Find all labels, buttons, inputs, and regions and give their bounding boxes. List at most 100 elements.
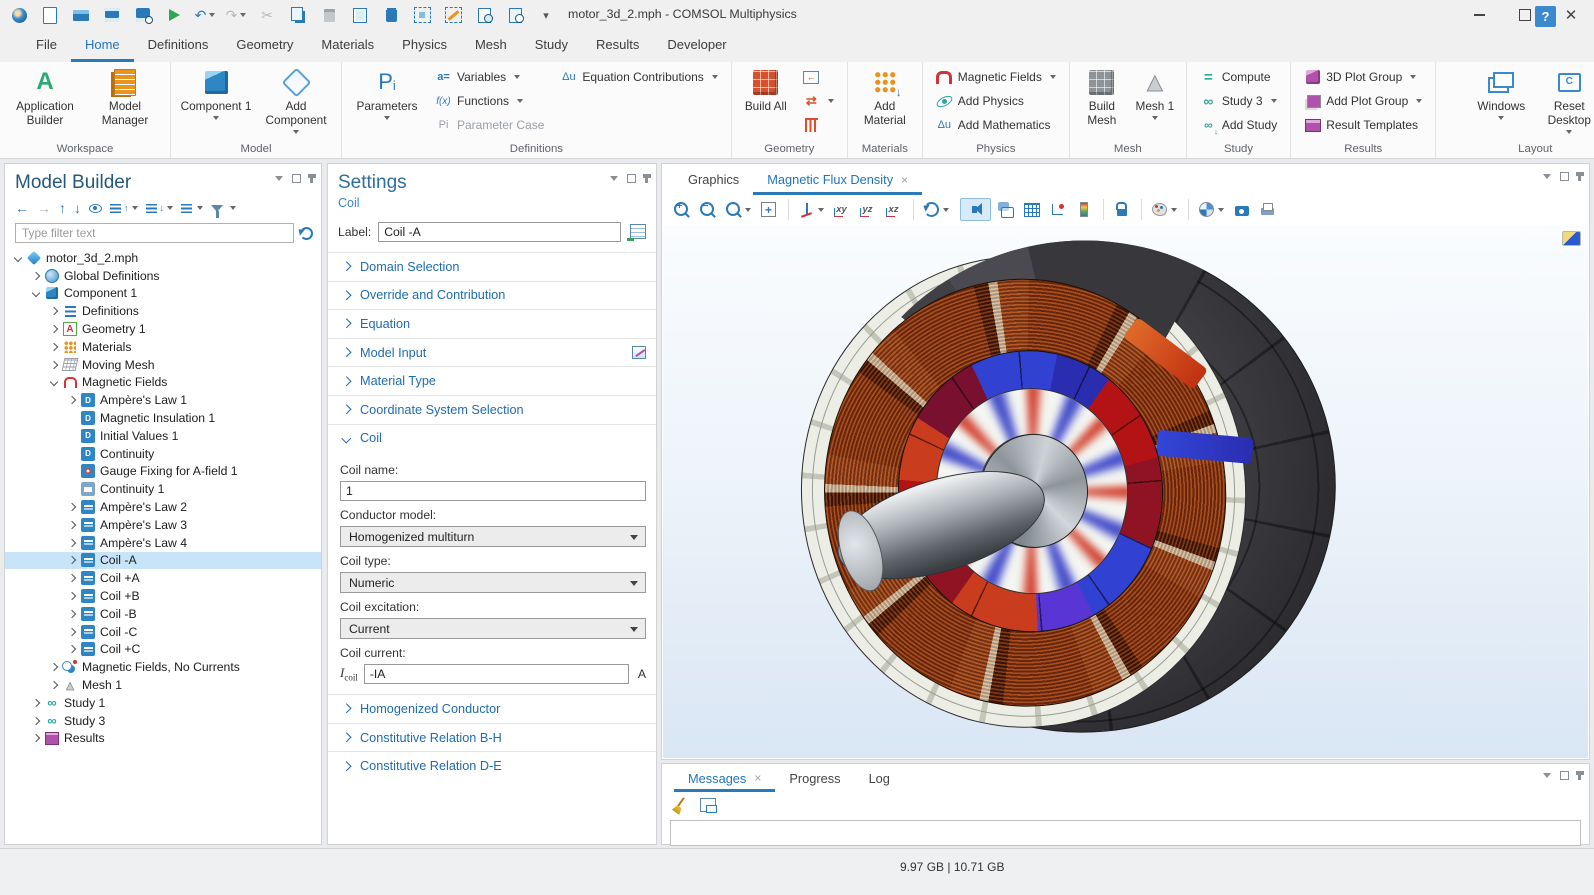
messages-tab[interactable]: Messages× (674, 764, 775, 792)
messages-tab[interactable]: Progress (775, 764, 854, 792)
tree-expander-icon[interactable] (67, 644, 79, 654)
result-templates-button[interactable]: Result Templates (1298, 113, 1428, 137)
clear-selection-icon[interactable] (442, 5, 464, 25)
virtual-operations-button[interactable] (797, 113, 840, 137)
panel-menu-icon[interactable] (275, 176, 283, 181)
panel-menu-icon[interactable] (1543, 773, 1551, 778)
scene-light-icon[interactable] (960, 198, 991, 221)
tree-expander-icon[interactable] (13, 253, 25, 263)
tree-item[interactable]: Magnetic Fields (5, 374, 321, 392)
model-manager-button[interactable]: Model Manager (87, 65, 163, 130)
reset-desktop-button[interactable]: Reset Desktop (1537, 65, 1594, 136)
tree-expander-icon[interactable] (49, 360, 61, 370)
tree-item[interactable]: Study 3 (5, 712, 321, 730)
ribbon-tab[interactable]: Results (582, 30, 653, 62)
customize-toolbar-icon[interactable]: ▾ (535, 5, 557, 25)
tree-expander-icon[interactable] (31, 288, 43, 298)
zoom-box-icon[interactable] (722, 199, 754, 220)
build-all-button[interactable]: Build All (739, 65, 793, 116)
tree-expander-icon[interactable] (49, 324, 61, 334)
component-1-button[interactable]: Component 1 (178, 65, 254, 122)
tree-expander-icon[interactable] (67, 609, 79, 619)
tree-item[interactable]: Coil +C (5, 641, 321, 659)
tree-expander-icon[interactable] (67, 502, 79, 512)
print-icon[interactable] (1256, 199, 1279, 220)
tree-item[interactable]: Coil -B (5, 605, 321, 623)
panel-pin-icon[interactable] (1578, 771, 1581, 780)
tree-expander-icon[interactable] (31, 698, 43, 708)
collapse-tree-icon[interactable]: ↓ (146, 203, 174, 213)
compute-button[interactable]: Compute (1194, 65, 1283, 89)
show-axes-icon[interactable] (1046, 199, 1069, 220)
ribbon-tab[interactable]: File (22, 30, 71, 62)
magnetic-fields-button[interactable]: Magnetic Fields (930, 65, 1062, 89)
show-options-icon[interactable] (89, 204, 102, 213)
tree-item[interactable]: Ampère's Law 1 (5, 391, 321, 409)
messages-tab[interactable]: Log (855, 764, 904, 792)
add-material-button[interactable]: Add Material (855, 65, 915, 130)
tab-close-icon[interactable]: × (754, 771, 761, 785)
move-down-icon[interactable]: ↓ (74, 200, 81, 216)
tree-expander-icon[interactable] (49, 306, 61, 316)
edit-model-input-icon[interactable] (632, 346, 646, 359)
coil-current-input[interactable] (364, 664, 629, 684)
tree-item[interactable]: Study 1 (5, 694, 321, 712)
tree-expander-icon[interactable] (31, 271, 43, 281)
tree-item[interactable]: Coil -C (5, 623, 321, 641)
tree-expander-icon[interactable] (67, 449, 79, 459)
color-legend-icon[interactable] (1072, 199, 1095, 220)
copy-icon[interactable] (287, 5, 309, 25)
grid-icon[interactable] (1020, 199, 1043, 220)
conductor-model-select[interactable]: Homogenized multiturn (340, 526, 646, 547)
appearance-icon[interactable] (1141, 199, 1180, 220)
add-plot-group-button[interactable]: Add Plot Group (1298, 89, 1428, 113)
panel-float-icon[interactable] (1560, 172, 1569, 181)
tree-expander-icon[interactable] (31, 716, 43, 726)
panel-pin-icon[interactable] (645, 174, 648, 183)
tree-expander-icon[interactable] (67, 555, 79, 565)
tree-item[interactable]: Magnetic Insulation 1 (5, 409, 321, 427)
tree-item[interactable]: Magnetic Fields, No Currents (5, 658, 321, 676)
windows-button[interactable]: Windows (1469, 65, 1533, 122)
parameter-case-button[interactable]: Parameter Case (429, 113, 550, 137)
lock-view-icon[interactable] (1103, 199, 1133, 220)
ribbon-tab[interactable]: Mesh (461, 30, 521, 62)
settings-section-header[interactable]: Constitutive Relation D-E (328, 751, 656, 780)
tree-item[interactable]: Gauge Fixing for A-field 1 (5, 463, 321, 481)
tree-expander-icon[interactable] (31, 733, 43, 743)
tree-expander-icon[interactable] (67, 395, 79, 405)
ribbon-tab[interactable]: Physics (388, 30, 461, 62)
tree-item[interactable]: Coil +A (5, 569, 321, 587)
comsol-app-icon[interactable] (8, 5, 30, 25)
help-button[interactable]: ? (1535, 6, 1556, 27)
tree-expander-icon[interactable] (67, 484, 79, 494)
coil-excitation-select[interactable]: Current (340, 618, 646, 639)
tree-item[interactable]: motor_3d_2.mph (5, 249, 321, 267)
redo-icon[interactable]: ↷ (225, 5, 247, 25)
ribbon-tab[interactable]: Geometry (222, 30, 307, 62)
panel-menu-icon[interactable] (610, 176, 618, 181)
settings-section-header[interactable]: Domain Selection (328, 252, 656, 281)
tree-item[interactable]: Global Definitions (5, 267, 321, 285)
tree-item[interactable]: Geometry 1 (5, 320, 321, 338)
tree-item[interactable]: Results (5, 730, 321, 748)
snapshot-icon[interactable] (1230, 199, 1253, 220)
tree-expander-icon[interactable] (67, 538, 79, 548)
tree-expander-icon[interactable] (67, 520, 79, 530)
add-component-button[interactable]: Add Component (258, 65, 334, 136)
plot-group-3d-button[interactable]: 3D Plot Group (1298, 65, 1428, 89)
tree-item[interactable]: Coil -A (5, 552, 321, 570)
mesh-1-button[interactable]: Mesh 1 (1131, 65, 1179, 122)
save-as-icon[interactable] (132, 5, 154, 25)
tree-expander-icon[interactable] (49, 342, 61, 352)
application-builder-button[interactable]: Application Builder (7, 65, 83, 130)
ribbon-tab[interactable]: Materials (307, 30, 388, 62)
ribbon-tab[interactable]: Home (71, 30, 134, 62)
tree-expander-icon[interactable] (67, 627, 79, 637)
undo-icon[interactable]: ↶ (194, 5, 216, 25)
paste-icon[interactable] (318, 5, 340, 25)
zoom-out-icon[interactable]: − (696, 199, 719, 220)
rebuild-button[interactable] (797, 89, 840, 113)
tree-expander-icon[interactable] (49, 680, 61, 690)
graphics-tab[interactable]: Magnetic Flux Density× (753, 164, 922, 195)
